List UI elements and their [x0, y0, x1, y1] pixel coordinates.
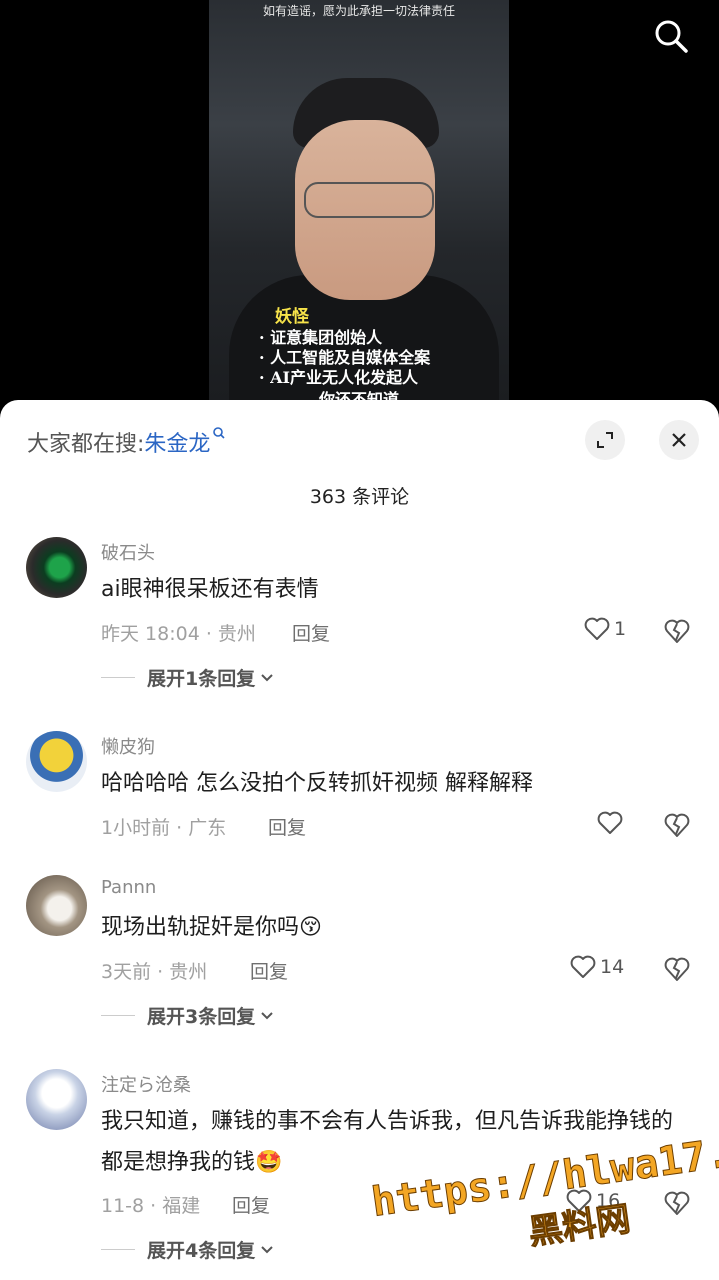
like-button[interactable]: 14 [570, 955, 624, 979]
expand-replies[interactable]: 展开4条回复 [101, 1236, 275, 1263]
chevron-down-icon [261, 1245, 273, 1253]
expand-replies-label: 展开1条回复 [147, 668, 256, 690]
divider [101, 1249, 135, 1250]
caption-line: · AI产业无人化发起人 [259, 368, 419, 387]
caption-line: · 人工智能及自媒体全案 [259, 348, 431, 367]
caption-line: · 证意集团创始人 [259, 328, 383, 347]
expand-icon [597, 432, 613, 448]
like-count: 14 [600, 956, 625, 978]
expand-replies-label: 展开3条回复 [147, 1006, 256, 1028]
reply-button[interactable]: 回复 [268, 813, 306, 840]
comment-text: 哈哈哈哈 怎么没拍个反转抓奸视频 解释解释 [101, 771, 533, 796]
dislike-icon[interactable] [663, 1190, 691, 1216]
search-icon[interactable] [653, 18, 689, 54]
dislike-icon[interactable] [663, 956, 691, 982]
video-frame: 如有造谣，愿为此承担一切法律责任 妖怪 · 证意集团创始人 · 人工智能及自媒体… [209, 0, 509, 415]
video-caption-title: 妖怪 [275, 307, 309, 327]
video-player[interactable]: 如有造谣，愿为此承担一切法律责任 妖怪 · 证意集团创始人 · 人工智能及自媒体… [0, 0, 719, 415]
comment-meta: 1小时前 · 广东 [101, 817, 227, 839]
reply-button[interactable]: 回复 [232, 1191, 270, 1218]
expand-button[interactable] [585, 420, 625, 460]
hot-search[interactable]: 大家都在搜:朱金龙 [27, 426, 226, 458]
chevron-down-icon [261, 673, 273, 681]
comment-text: 现场出轨捉奸是你吗😚 [101, 915, 322, 940]
small-search-icon [213, 427, 226, 439]
reply-button[interactable]: 回复 [292, 619, 330, 646]
divider [101, 677, 135, 678]
comment-meta: 3天前 · 贵州 [101, 961, 208, 983]
comment-meta: 11-8 · 福建 [101, 1195, 201, 1217]
reply-button[interactable]: 回复 [250, 957, 288, 984]
close-button[interactable] [659, 420, 699, 460]
avatar[interactable] [26, 537, 87, 598]
dislike-icon[interactable] [663, 812, 691, 838]
expand-replies[interactable]: 展开3条回复 [101, 1002, 275, 1029]
avatar[interactable] [26, 731, 87, 792]
heart-icon [570, 955, 596, 978]
avatar[interactable] [26, 1069, 87, 1130]
like-button[interactable] [597, 811, 627, 835]
comment-username[interactable]: 懒皮狗 [101, 733, 155, 759]
like-button[interactable]: 1 [584, 617, 626, 641]
avatar[interactable] [26, 875, 87, 936]
chevron-down-icon [261, 1011, 273, 1019]
comment-meta: 昨天 18:04 · 贵州 [101, 623, 256, 645]
heart-icon [597, 811, 623, 834]
expand-replies-label: 展开4条回复 [147, 1240, 256, 1262]
close-icon [672, 433, 686, 447]
person-glasses [304, 182, 434, 218]
dislike-icon[interactable] [663, 618, 691, 644]
hot-search-keyword[interactable]: 朱金龙 [144, 432, 210, 457]
comment-count: 363 条评论 [309, 486, 410, 508]
video-caption-list: · 证意集团创始人 · 人工智能及自媒体全案 · AI产业无人化发起人 [259, 328, 430, 388]
comment-username[interactable]: Pannn [101, 877, 156, 898]
like-count: 1 [614, 618, 627, 640]
comment-text: ai眼神很呆板还有表情 [101, 577, 319, 602]
expand-replies[interactable]: 展开1条回复 [101, 664, 275, 691]
hot-search-prefix: 大家都在搜: [27, 432, 145, 457]
video-top-caption: 如有造谣，愿为此承担一切法律责任 [262, 4, 455, 18]
divider [101, 1015, 135, 1016]
comment-username[interactable]: 破石头 [101, 539, 155, 565]
comment-username[interactable]: 注定ら沧桑 [101, 1071, 191, 1097]
heart-icon [584, 617, 610, 640]
